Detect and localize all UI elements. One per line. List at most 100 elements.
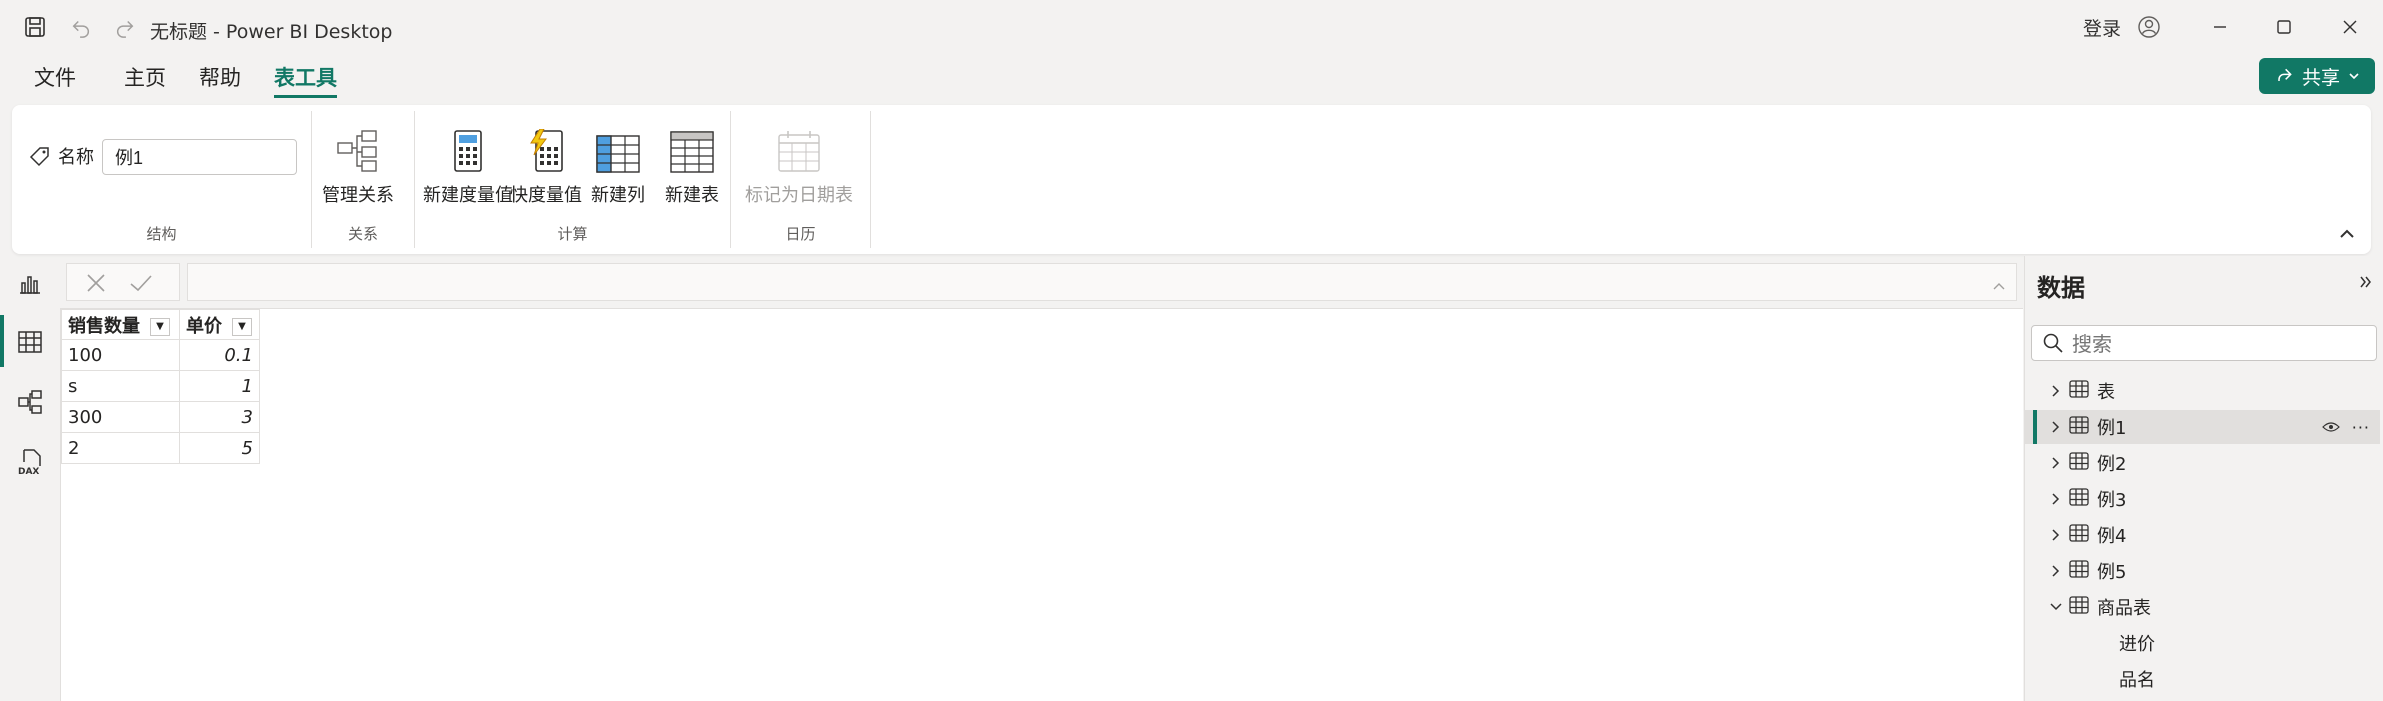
new-table-button[interactable]: 新建表: [665, 121, 719, 207]
chevron-up-icon[interactable]: [1992, 276, 2006, 295]
chevron-right-icon[interactable]: [2049, 528, 2063, 542]
cell-price[interactable]: 3: [179, 401, 260, 433]
data-pane-title: 数据: [2037, 274, 2085, 302]
table-row: 300 3: [61, 401, 260, 433]
tab-table-tools[interactable]: 表工具: [274, 62, 337, 98]
group-label-relations: 关系: [347, 225, 378, 243]
commit-icon[interactable]: [129, 272, 153, 298]
title-bar: 无标题 - Power BI Desktop 登录: [0, 0, 2383, 54]
new-measure-button[interactable]: 新建度量值: [423, 121, 513, 207]
formula-input[interactable]: [187, 263, 2017, 301]
table-item-label: 例3: [2097, 490, 2127, 511]
ribbon-group-calculations: 新建度量值 快度量值 新建列 新建表 计算: [415, 111, 731, 248]
table-view-icon[interactable]: [14, 326, 46, 358]
cell-quantity[interactable]: 100: [61, 339, 180, 371]
account-icon[interactable]: [2134, 12, 2164, 42]
chevron-right-icon[interactable]: [2049, 456, 2063, 470]
cell-quantity[interactable]: s: [61, 370, 180, 402]
table-item[interactable]: 例3: [2025, 482, 2380, 516]
chevron-right-icon[interactable]: [2049, 384, 2063, 398]
formula-actions: [66, 263, 180, 301]
field-item-label: 进价: [2119, 634, 2155, 655]
table-row: 2 5: [61, 432, 260, 464]
tag-icon: [28, 145, 52, 173]
search-icon: [2042, 332, 2064, 358]
table-row: s 1: [61, 370, 260, 402]
menu-bar: 文件 主页 帮助 表工具 共享: [0, 54, 2383, 100]
model-view-icon[interactable]: [14, 386, 46, 418]
share-button[interactable]: 共享: [2259, 58, 2375, 94]
table-name-input[interactable]: [102, 139, 297, 175]
chevron-down-icon[interactable]: [2049, 600, 2063, 614]
window-title: 无标题 - Power BI Desktop: [150, 21, 393, 43]
cell-price[interactable]: 5: [179, 432, 260, 464]
cell-quantity[interactable]: 2: [61, 432, 180, 464]
collapse-pane-icon[interactable]: [2359, 274, 2373, 293]
field-item[interactable]: 进价: [2025, 626, 2380, 660]
cell-price[interactable]: 0.1: [179, 339, 260, 371]
signin-link[interactable]: 登录: [2083, 14, 2121, 41]
cancel-icon[interactable]: [85, 272, 107, 298]
mark-date-table-button[interactable]: 标记为日期表: [745, 121, 853, 207]
report-view-icon[interactable]: [14, 268, 46, 300]
chevron-right-icon[interactable]: [2049, 492, 2063, 506]
quick-measure-label: 快度量值: [510, 185, 582, 206]
relationships-icon: [322, 121, 394, 173]
mark-date-table-label: 标记为日期表: [745, 185, 853, 206]
table-item-label: 例2: [2097, 454, 2127, 475]
filter-dropdown-icon[interactable]: ▼: [232, 317, 252, 336]
filter-dropdown-icon[interactable]: ▼: [150, 317, 170, 336]
table-icon: [2069, 487, 2089, 511]
field-item-label: 品名: [2119, 670, 2155, 691]
search-input[interactable]: [2072, 332, 2362, 356]
field-item[interactable]: 品名: [2025, 662, 2380, 696]
undo-icon[interactable]: [66, 12, 96, 42]
dax-query-view-icon[interactable]: DAX: [14, 446, 46, 478]
column-header-price[interactable]: 单价 ▼: [179, 309, 260, 340]
table-item-selected[interactable]: 例1 ···: [2025, 410, 2380, 444]
new-column-button[interactable]: 新建列: [591, 121, 645, 207]
ribbon-group-calendar: 标记为日期表 日历: [731, 111, 871, 248]
table-item-label: 例4: [2097, 526, 2127, 547]
search-box[interactable]: [2031, 325, 2377, 361]
table-item[interactable]: 例2: [2025, 446, 2380, 480]
cell-price[interactable]: 1: [179, 370, 260, 402]
maximize-button[interactable]: [2262, 8, 2306, 46]
table-icon: [2069, 559, 2089, 583]
table-item-label: 例1: [2097, 418, 2127, 439]
column-header-label: 销售数量: [68, 315, 140, 337]
table-item[interactable]: 例4: [2025, 518, 2380, 552]
table-row: 100 0.1: [61, 339, 260, 371]
cell-quantity[interactable]: 300: [61, 401, 180, 433]
redo-icon[interactable]: [110, 12, 140, 42]
data-pane: 数据 表 例1 ··· 例2 例3 例4: [2024, 256, 2383, 701]
minimize-button[interactable]: [2198, 8, 2242, 46]
table-item-label: 表: [2097, 382, 2115, 403]
new-measure-label: 新建度量值: [423, 185, 513, 206]
tab-help[interactable]: 帮助: [199, 62, 241, 98]
tab-file[interactable]: 文件: [34, 62, 76, 98]
table-item[interactable]: 例5: [2025, 554, 2380, 588]
table-item[interactable]: 表: [2025, 374, 2380, 408]
table-icon: [2069, 523, 2089, 547]
chevron-right-icon[interactable]: [2049, 420, 2063, 434]
quick-measure-button[interactable]: 快度量值: [510, 121, 582, 207]
more-options-icon[interactable]: ···: [2352, 418, 2370, 437]
column-header-quantity[interactable]: 销售数量 ▼: [61, 309, 180, 340]
table-icon: [2069, 415, 2089, 439]
chevron-right-icon[interactable]: [2049, 564, 2063, 578]
new-table-icon: [665, 121, 719, 173]
group-label-calculations: 计算: [557, 225, 588, 243]
manage-relations-label: 管理关系: [322, 185, 394, 206]
save-icon[interactable]: [20, 12, 50, 42]
chevron-up-icon[interactable]: [2339, 225, 2355, 244]
new-column-icon: [591, 121, 645, 173]
ribbon-group-relations: 管理关系 关系: [312, 111, 415, 248]
manage-relations-button[interactable]: 管理关系: [322, 121, 394, 207]
tab-home[interactable]: 主页: [124, 62, 166, 98]
table-item-label: 商品表: [2097, 598, 2151, 619]
group-label-calendar: 日历: [785, 225, 816, 243]
eye-icon[interactable]: [2321, 417, 2340, 438]
close-button[interactable]: [2328, 8, 2372, 46]
table-item-expanded[interactable]: 商品表: [2025, 590, 2380, 624]
